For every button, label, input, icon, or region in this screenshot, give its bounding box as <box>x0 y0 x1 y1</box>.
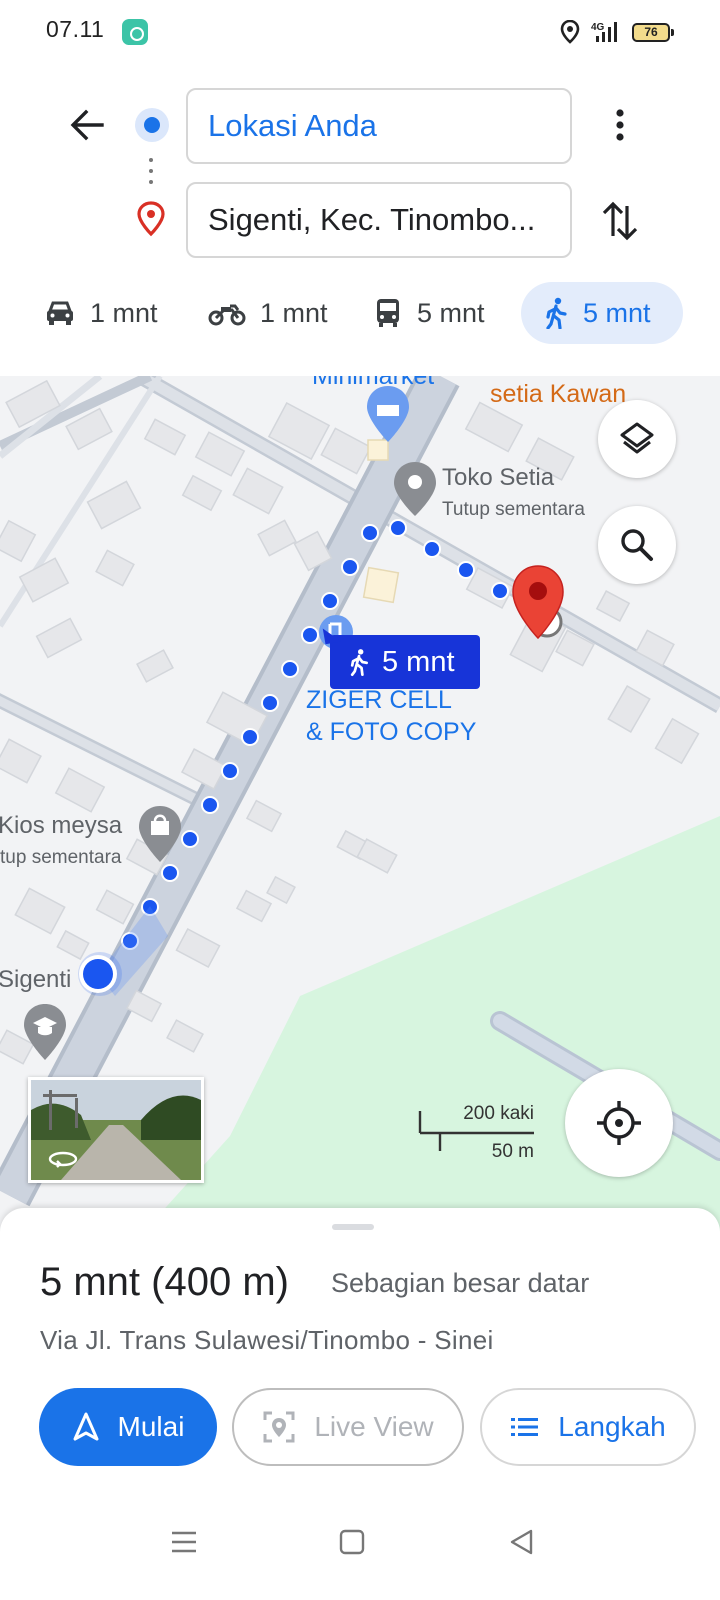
map-label-ziger-line2[interactable]: & FOTO COPY <box>306 716 476 748</box>
layers-button[interactable] <box>598 400 676 478</box>
tab-motorcycle-label: 1 mnt <box>260 297 328 328</box>
status-bar: 07.11 4G 76 <box>0 0 720 62</box>
swap-vert-icon <box>602 201 638 241</box>
my-location-icon <box>597 1101 641 1145</box>
search-icon <box>621 529 653 561</box>
arrow-back-icon <box>70 109 104 141</box>
layers-icon <box>620 422 654 454</box>
destination-pin-icon <box>137 201 165 237</box>
system-nav-bar <box>0 1490 720 1600</box>
travel-mode-tabs: 1 mnt 1 mnt 5 mnt 5 mnt <box>0 282 720 346</box>
user-location-icon <box>79 955 117 993</box>
status-time: 07.11 <box>46 16 105 42</box>
back-button[interactable] <box>62 100 112 150</box>
status-indicators: 4G 76 <box>560 18 674 46</box>
tab-driving-label: 1 mnt <box>90 297 158 328</box>
tab-walking-label: 5 mnt <box>583 297 651 328</box>
route-time-distance: 5 mnt (400 m) <box>40 1260 289 1304</box>
more-vert-icon <box>616 109 624 141</box>
list-icon <box>511 1418 539 1436</box>
square-icon <box>339 1529 365 1555</box>
location-icon <box>560 20 580 44</box>
walking-icon <box>546 297 567 329</box>
steps-button[interactable]: Langkah <box>480 1388 696 1466</box>
destination-marker-icon <box>512 565 564 640</box>
scale-metric-label: 50 m <box>491 1141 534 1162</box>
map-scale: 200 kaki 50 m <box>418 1103 538 1163</box>
my-location-button[interactable] <box>565 1069 673 1177</box>
route-duration-badge[interactable]: 5 mnt <box>330 635 480 689</box>
map-label-toko-setia-status: Tutup sementara <box>442 499 585 520</box>
steps-button-label: Langkah <box>558 1411 666 1442</box>
map-label-kios-meysa[interactable]: Kios meysa <box>0 812 122 840</box>
map-label-minimarket[interactable]: Minimarket <box>312 376 434 392</box>
car-icon <box>47 301 73 325</box>
live-view-button[interactable]: Live View <box>232 1388 464 1466</box>
rotate-360-icon <box>48 1151 78 1168</box>
swap-direction-button[interactable] <box>598 196 642 246</box>
menu-icon <box>172 1531 196 1553</box>
origin-dot-icon <box>135 108 169 142</box>
nav-recents-button[interactable] <box>154 1512 214 1572</box>
app-notification-icon <box>122 19 148 45</box>
origin-input[interactable]: Lokasi Anda <box>186 88 572 164</box>
network-type-label: 4G <box>591 22 605 33</box>
map-label-kios-status: tup sementara <box>0 847 122 868</box>
map-label-toko-setia[interactable]: Toko Setia <box>442 464 554 492</box>
signal-icon: 4G <box>591 22 617 42</box>
bus-icon <box>377 299 399 327</box>
tab-transit-label: 5 mnt <box>417 297 485 328</box>
scale-imperial-label: 200 kaki <box>463 1103 534 1124</box>
map-label-sigenti[interactable]: Sigenti <box>0 966 71 994</box>
live-view-icon <box>263 1411 295 1443</box>
motorcycle-icon <box>208 304 246 326</box>
navigation-arrow-icon <box>73 1412 99 1441</box>
destination-input[interactable]: Sigenti, Kec. Tinombo... <box>186 182 572 258</box>
triangle-back-icon <box>510 1529 533 1555</box>
battery-icon: 76 <box>632 22 674 42</box>
map-view[interactable]: Minimarket setia Kawan Toko Setia Tutup … <box>0 376 720 1236</box>
start-button[interactable]: Mulai <box>39 1388 217 1466</box>
sheet-drag-handle[interactable] <box>332 1224 374 1230</box>
tab-driving[interactable]: 1 mnt <box>28 282 174 344</box>
street-view-thumbnail[interactable] <box>28 1077 204 1183</box>
start-button-label: Mulai <box>117 1411 185 1442</box>
nav-home-button[interactable] <box>322 1512 382 1572</box>
route-terrain-note: Sebagian besar datar <box>331 1268 590 1298</box>
tab-walking[interactable]: 5 mnt <box>521 282 683 344</box>
map-search-button[interactable] <box>598 506 676 584</box>
route-via: Via Jl. Trans Sulawesi/Tinombo - Sinei <box>40 1325 494 1355</box>
walking-icon <box>350 649 368 677</box>
shop-marker-icon <box>394 462 436 516</box>
map-label-setia-kawan[interactable]: setia Kawan <box>490 380 626 408</box>
more-options-button[interactable] <box>600 100 640 150</box>
route-connector <box>149 158 153 188</box>
route-badge-label: 5 mnt <box>382 645 455 678</box>
nav-back-button[interactable] <box>492 1512 552 1572</box>
tab-transit[interactable]: 5 mnt <box>357 282 501 344</box>
live-view-button-label: Live View <box>314 1411 434 1442</box>
tab-motorcycle[interactable]: 1 mnt <box>192 282 344 344</box>
